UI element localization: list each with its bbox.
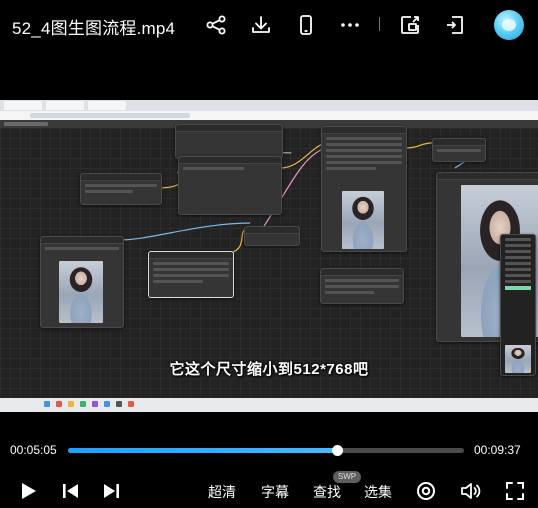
progress-fill [68,448,338,453]
next-icon[interactable] [99,479,123,503]
exit-fullscreen-icon[interactable] [443,13,467,37]
canvas-node [175,124,283,159]
video-title: 52_4图生图流程.mp4 [12,19,176,38]
quality-button[interactable]: 超清 [208,482,236,502]
canvas-node [80,173,162,205]
divider [379,17,380,31]
picture-in-picture-icon[interactable] [398,13,422,37]
canvas-node [321,126,407,252]
share-icon[interactable] [204,13,228,37]
canvas-node [40,236,124,328]
episodes-button[interactable]: 选集 [364,482,392,502]
subtitles-button[interactable]: 字幕 [261,482,289,502]
download-icon[interactable] [249,13,273,37]
canvas-node [244,226,300,246]
progress-handle[interactable] [332,445,344,456]
video-address-bar [0,111,538,120]
top-bar: 52_4图生图流程.mp4 [0,0,538,50]
fullscreen-icon[interactable] [503,479,527,503]
canvas-node [320,268,404,304]
progress-bar[interactable] [68,445,464,456]
danmaku-icon[interactable] [414,479,438,503]
video-subtitle: 它这个尺寸缩小到512*768吧 [169,361,369,378]
total-time: 00:09:37 [474,443,521,457]
previous-icon[interactable] [59,479,83,503]
play-icon[interactable] [16,479,40,503]
phone-cast-icon[interactable] [294,13,318,37]
canvas-node [178,156,282,215]
canvas-node [500,234,536,376]
video-taskbar [0,398,538,412]
canvas-node [148,251,234,298]
volume-icon[interactable] [458,479,482,503]
video-browser-tabs [0,100,538,111]
avatar[interactable] [494,10,524,40]
more-icon[interactable] [338,13,362,37]
canvas-node [432,138,486,162]
current-time: 00:05:05 [10,443,57,457]
search-button[interactable]: 查找 [313,482,341,502]
